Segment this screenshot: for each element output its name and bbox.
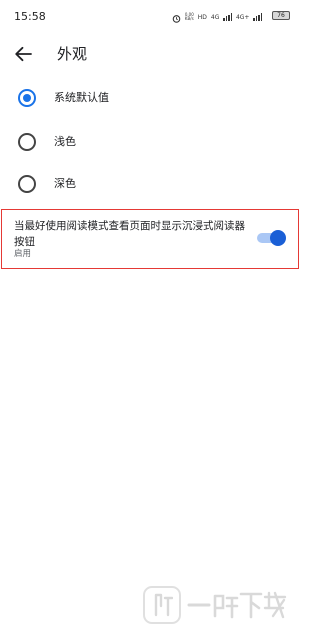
status-time: 15:58	[14, 10, 46, 23]
signal-icon-secondary	[253, 13, 262, 21]
back-button[interactable]	[10, 42, 36, 66]
radio-button-selected[interactable]	[18, 89, 36, 107]
reader-mode-status: 启用	[14, 249, 32, 259]
hd-badge: HD	[197, 13, 207, 21]
alarm-icon	[172, 8, 181, 27]
watermark-logo	[143, 583, 293, 627]
status-icons: 0.00 KB/s HD 4G 4G+	[172, 10, 262, 24]
status-bar: 15:58 0.00 KB/s HD 4G 4G+ 76	[0, 0, 300, 30]
battery-level: 76	[277, 12, 285, 19]
theme-option-system-default[interactable]: 系统默认值	[0, 77, 300, 121]
battery-icon: 76	[272, 11, 290, 20]
theme-option-light[interactable]: 浅色	[0, 121, 300, 165]
network-type-primary: 4G	[210, 13, 220, 21]
theme-option-label: 深色	[54, 177, 76, 190]
reader-mode-setting-row[interactable]: 当最好使用阅读模式查看页面时显示沉浸式阅读器按钮 启用	[1, 209, 299, 269]
network-speed: 0.00 KB/s	[185, 13, 194, 21]
toggle-thumb	[270, 230, 286, 246]
arrow-left-icon	[15, 46, 32, 62]
radio-button[interactable]	[18, 133, 36, 151]
appearance-settings-screen: 15:58 0.00 KB/s HD 4G 4G+ 76 外观 系统默认值 浅色…	[0, 0, 300, 637]
theme-option-label: 系统默认值	[54, 91, 109, 104]
watermark-lettering	[187, 591, 287, 619]
signal-icon	[223, 13, 232, 21]
reader-mode-toggle[interactable]	[255, 230, 286, 246]
radio-button[interactable]	[18, 175, 36, 193]
network-type-secondary: 4G+	[235, 13, 250, 21]
theme-option-label: 浅色	[54, 135, 76, 148]
network-speed-unit: KB/s	[184, 16, 194, 21]
reader-mode-title: 当最好使用阅读模式查看页面时显示沉浸式阅读器按钮	[14, 220, 245, 248]
watermark-icon	[143, 586, 181, 624]
page-title: 外观	[57, 45, 88, 63]
app-bar: 外观	[0, 30, 300, 78]
theme-option-dark[interactable]: 深色	[0, 163, 300, 207]
